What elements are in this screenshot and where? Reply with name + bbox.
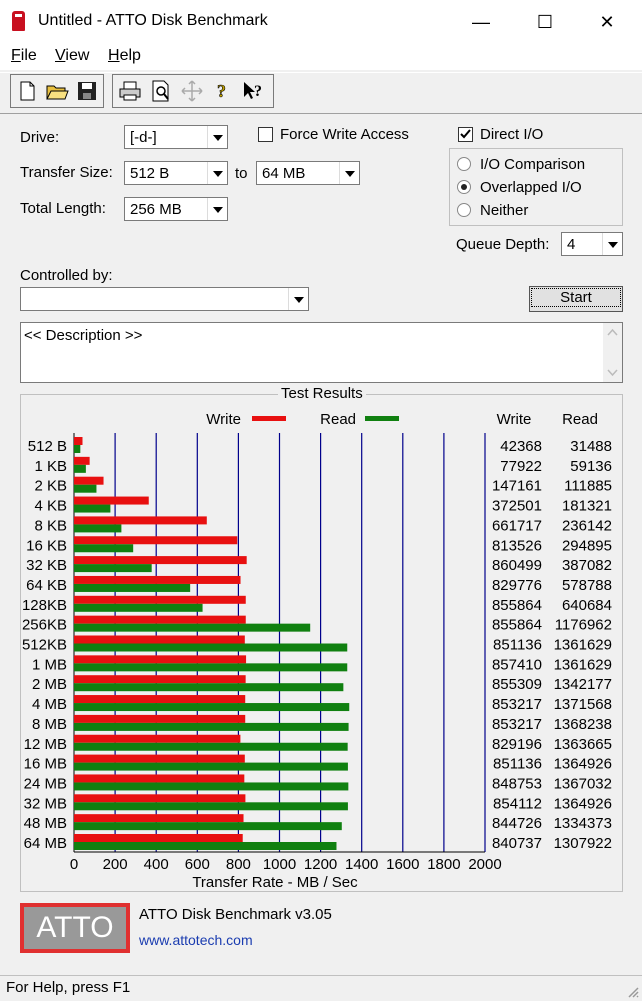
checkmark-icon <box>460 129 471 139</box>
svg-text:?: ? <box>217 81 226 101</box>
chevron-down-icon <box>288 288 308 310</box>
resize-grip-icon[interactable] <box>625 984 639 998</box>
open-folder-icon[interactable] <box>43 78 71 104</box>
app-icon <box>12 11 25 31</box>
force-write-checkbox[interactable] <box>258 127 273 142</box>
minimize-button[interactable]: — <box>458 0 504 44</box>
overlapped-io-label: Overlapped I/O <box>480 179 582 196</box>
radio-neither[interactable] <box>457 203 471 217</box>
chevron-down-icon <box>207 162 227 184</box>
maximize-button[interactable]: ☐ <box>522 0 568 44</box>
transfer-size-label: Transfer Size: <box>20 164 113 181</box>
description-textarea[interactable]: << Description >> <box>20 322 623 383</box>
menu-view[interactable]: View <box>55 47 89 65</box>
total-length-label: Total Length: <box>20 200 106 217</box>
test-results-title: Test Results <box>278 385 366 402</box>
print-icon[interactable] <box>116 78 144 104</box>
product-version: ATTO Disk Benchmark v3.05 <box>139 906 332 923</box>
drive-label: Drive: <box>20 129 60 146</box>
description-scrollbar[interactable] <box>603 323 622 382</box>
io-comparison-label: I/O Comparison <box>480 156 586 173</box>
test-results-group <box>20 394 623 892</box>
chevron-down-icon <box>207 198 227 220</box>
transfer-from-select[interactable]: 512 B <box>124 161 228 185</box>
queue-depth-label: Queue Depth: <box>456 236 550 253</box>
context-help-icon[interactable]: ? <box>240 78 268 104</box>
to-label: to <box>235 165 248 182</box>
title-bar[interactable]: Untitled - ATTO Disk Benchmark — ☐ ✕ <box>0 0 642 44</box>
controlled-by-label: Controlled by: <box>20 267 113 284</box>
help-icon[interactable]: ? <box>209 78 237 104</box>
chevron-down-icon <box>339 162 359 184</box>
start-button[interactable]: Start <box>529 286 623 312</box>
atto-logo: ATTO <box>20 903 130 953</box>
total-length-select[interactable]: 256 MB <box>124 197 228 221</box>
atto-logo-text: ATTO <box>24 907 126 949</box>
status-text: For Help, press F1 <box>6 979 131 996</box>
drive-select[interactable]: [-d-] <box>124 125 228 149</box>
neither-label: Neither <box>480 202 529 219</box>
svg-text:?: ? <box>254 83 262 100</box>
move-icon[interactable] <box>178 78 206 104</box>
direct-io-label: Direct I/O <box>480 126 544 143</box>
controlled-by-select[interactable] <box>20 287 309 311</box>
print-preview-icon[interactable] <box>147 78 175 104</box>
chevron-down-icon <box>207 126 227 148</box>
menu-help[interactable]: Help <box>108 47 141 65</box>
radio-overlapped-io[interactable] <box>457 180 471 194</box>
menu-file[interactable]: File <box>11 47 37 65</box>
force-write-label: Force Write Access <box>280 126 409 143</box>
website-link[interactable]: www.attotech.com <box>139 932 253 948</box>
description-text: << Description >> <box>24 327 143 344</box>
status-bar: For Help, press F1 <box>0 975 642 1001</box>
close-button[interactable]: ✕ <box>584 0 630 44</box>
save-disk-icon[interactable] <box>73 78 101 104</box>
window-title: Untitled - ATTO Disk Benchmark <box>38 12 268 29</box>
menu-bar: File View Help <box>0 44 642 70</box>
direct-io-checkbox[interactable] <box>458 127 473 142</box>
chevron-down-icon <box>602 233 622 255</box>
queue-depth-select[interactable]: 4 <box>561 232 623 256</box>
transfer-to-select[interactable]: 64 MB <box>256 161 360 185</box>
new-file-icon[interactable] <box>13 78 41 104</box>
radio-io-comparison[interactable] <box>457 157 471 171</box>
